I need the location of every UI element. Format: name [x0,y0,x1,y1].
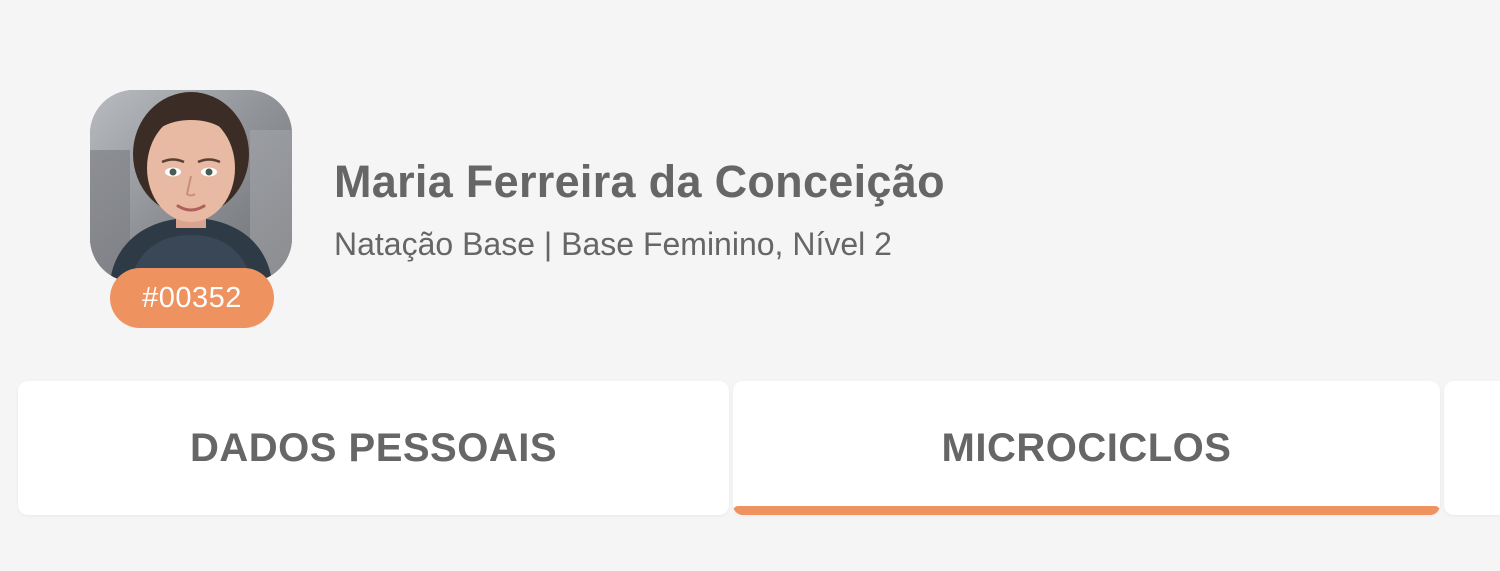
tab-label: DADOS PESSOAIS [189,426,558,470]
athlete-profile-header: #00352 Maria Ferreira da Conceição Nataç… [90,90,1190,330]
athlete-id-badge: #00352 [110,268,274,328]
tab-next-partial[interactable] [1444,381,1500,515]
avatar[interactable] [90,90,292,282]
avatar-photo [90,90,292,282]
tab-dados-pessoais[interactable]: DADOS PESSOAIS [18,381,729,515]
profile-tabs: DADOS PESSOAIS MICROCICLOS [18,381,1500,515]
tab-label: MICROCICLOS [941,426,1232,470]
active-tab-indicator [733,506,1440,515]
athlete-name: Maria Ferreira da Conceição [334,156,945,207]
tab-microciclos[interactable]: MICROCICLOS [733,381,1440,515]
avatar-container: #00352 [90,90,292,330]
athlete-group-subtitle: Natação Base | Base Feminino, Nível 2 [334,226,892,262]
